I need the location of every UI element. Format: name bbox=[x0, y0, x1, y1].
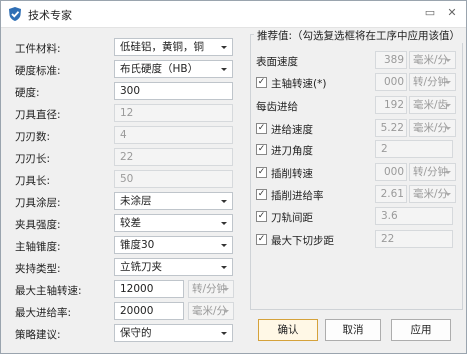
form-label: 硬度: bbox=[15, 87, 40, 99]
form-row: 硬度: 300 bbox=[1, 82, 244, 102]
recommend-label: 最大下切步距 bbox=[271, 235, 334, 247]
form-row: 刀具涂层: 未涂层 bbox=[1, 192, 244, 212]
recommend-unit-dropdown: 毫米/分 bbox=[409, 185, 456, 203]
recommend-row: ✓ 刀轨间距 3.6 bbox=[250, 207, 461, 227]
recommend-unit-dropdown: 转/分钟 bbox=[409, 163, 456, 181]
form-input[interactable]: 20000 bbox=[114, 302, 184, 320]
unit-dropdown: 毫米/分 bbox=[188, 302, 234, 320]
recommended-values-title: 推荐值:（勾选复选框将在工序中应用该值） bbox=[254, 28, 464, 43]
recommend-row: ✓ 插削进给率 2.61 毫米/分 bbox=[250, 185, 461, 205]
form-row: 主轴锥度: 锥度30 bbox=[1, 236, 244, 256]
tech-expert-dialog: 技术专家 ▭ ✕ 工件材料: 低硅铝，黄铜，铜硬度标准: 布氏硬度（HB） 硬度: 30… bbox=[0, 0, 467, 354]
form-dropdown[interactable]: 较差 bbox=[114, 214, 233, 232]
form-row: 刀刃长: 22 bbox=[1, 148, 244, 168]
recommend-value: 2.61 bbox=[375, 185, 407, 203]
recommend-value: 000 bbox=[375, 73, 407, 91]
recommend-value: 3.6 bbox=[375, 207, 453, 225]
restore-icon[interactable]: ▭ bbox=[422, 5, 438, 21]
form-row: 夹具强度: 较差 bbox=[1, 214, 244, 234]
recommend-row: ✓ 最大下切步距 22 bbox=[250, 230, 461, 250]
form-label: 工件材料: bbox=[15, 43, 61, 55]
recommend-label: 主轴转速(*) bbox=[271, 78, 327, 90]
recommend-value: 192 bbox=[375, 96, 407, 114]
form-label: 硬度标准: bbox=[15, 65, 61, 77]
form-row: 策略建议: 保守的 bbox=[1, 324, 244, 344]
form-dropdown[interactable]: 布氏硬度（HB） bbox=[114, 60, 233, 78]
recommend-label: 表面速度 bbox=[256, 56, 298, 68]
recommend-row: ✓ 插削转速 000 转/分钟 bbox=[250, 163, 461, 183]
apply-checkbox[interactable]: ✓ bbox=[256, 189, 267, 200]
title-bar[interactable]: 技术专家 ▭ ✕ bbox=[1, 1, 466, 28]
ok-button[interactable]: 确认 bbox=[258, 319, 318, 341]
recommend-unit-dropdown: 转/分钟 bbox=[409, 73, 456, 91]
recommend-unit-dropdown: 毫米/分 bbox=[409, 119, 456, 137]
form-input: 22 bbox=[114, 148, 233, 166]
apply-button[interactable]: 应用 bbox=[391, 319, 451, 341]
apply-checkbox[interactable]: ✓ bbox=[256, 234, 267, 245]
window-title: 技术专家 bbox=[28, 9, 72, 22]
recommend-value: 000 bbox=[375, 163, 407, 181]
form-row: 刀具直径: 12 bbox=[1, 104, 244, 124]
form-input[interactable]: 300 bbox=[114, 82, 233, 100]
form-label: 主轴锥度: bbox=[15, 241, 61, 253]
form-label: 夹具强度: bbox=[15, 219, 61, 231]
recommend-value: 5.22 bbox=[375, 119, 407, 137]
form-row: 刀具长: 50 bbox=[1, 170, 244, 190]
apply-checkbox[interactable]: ✓ bbox=[256, 167, 267, 178]
recommend-label: 进给速度 bbox=[271, 124, 313, 136]
recommend-row: 每齿进给 192 毫米/齿 bbox=[250, 96, 461, 116]
recommend-label: 插削进给率 bbox=[271, 190, 324, 202]
form-label: 最大主轴转速: bbox=[15, 285, 82, 297]
apply-checkbox[interactable]: ✓ bbox=[256, 144, 267, 155]
form-dropdown[interactable]: 未涂层 bbox=[114, 192, 233, 210]
apply-checkbox[interactable]: ✓ bbox=[256, 211, 267, 222]
form-input: 50 bbox=[114, 170, 233, 188]
form-row: 硬度标准: 布氏硬度（HB） bbox=[1, 60, 244, 80]
form-dropdown[interactable]: 锥度30 bbox=[114, 236, 233, 254]
form-row: 最大主轴转速: 12000 转/分钟 bbox=[1, 280, 244, 300]
form-row: 刀刃数: 4 bbox=[1, 126, 244, 146]
form-label: 夹持类型: bbox=[15, 263, 61, 275]
parameter-form: 工件材料: 低硅铝，黄铜，铜 硬度标准: 布氏硬度（HB） 硬度: 300 刀具直径: 12 刀… bbox=[1, 28, 244, 353]
recommend-label: 每齿进给 bbox=[256, 101, 298, 113]
form-row: 夹持类型: 立铣刀夹 bbox=[1, 258, 244, 278]
form-dropdown[interactable]: 立铣刀夹 bbox=[114, 258, 233, 276]
form-row: 工件材料: 低硅铝，黄铜，铜 bbox=[1, 38, 244, 58]
recommend-value: 2 bbox=[375, 140, 453, 158]
recommend-label: 插削转速 bbox=[271, 168, 313, 180]
apply-checkbox[interactable]: ✓ bbox=[256, 77, 267, 88]
recommend-unit-dropdown: 毫米/齿 bbox=[409, 96, 456, 114]
recommend-row: ✓ 主轴转速(*) 000 转/分钟 bbox=[250, 73, 461, 93]
recommend-row: 表面速度 389 毫米/分 bbox=[250, 51, 461, 71]
form-input[interactable]: 12000 bbox=[114, 280, 184, 298]
form-dropdown[interactable]: 保守的 bbox=[114, 324, 233, 342]
form-label: 策略建议: bbox=[15, 329, 61, 341]
form-label: 刀具长: bbox=[15, 175, 51, 187]
form-input: 12 bbox=[114, 104, 233, 122]
close-icon[interactable]: ✕ bbox=[444, 5, 460, 21]
recommend-label: 进刀角度 bbox=[271, 145, 313, 157]
recommend-unit-dropdown: 毫米/分 bbox=[409, 51, 456, 69]
recommend-row: ✓ 进刀角度 2 bbox=[250, 140, 461, 160]
form-input: 4 bbox=[114, 126, 233, 144]
recommend-value: 389 bbox=[375, 51, 407, 69]
recommend-row: ✓ 进给速度 5.22 毫米/分 bbox=[250, 119, 461, 139]
recommend-value: 22 bbox=[375, 230, 453, 248]
apply-checkbox[interactable]: ✓ bbox=[256, 123, 267, 134]
recommend-label: 刀轨间距 bbox=[271, 212, 313, 224]
form-row: 最大进给率: 20000 毫米/分 bbox=[1, 302, 244, 322]
form-dropdown[interactable]: 低硅铝，黄铜，铜 bbox=[114, 38, 233, 56]
form-label: 刀刃长: bbox=[15, 153, 51, 165]
form-label: 刀具直径: bbox=[15, 109, 61, 121]
cancel-button[interactable]: 取消 bbox=[325, 319, 381, 341]
form-label: 最大进给率: bbox=[15, 307, 72, 319]
unit-dropdown: 转/分钟 bbox=[188, 280, 234, 298]
form-label: 刀刃数: bbox=[15, 131, 51, 143]
shield-check-icon bbox=[9, 7, 21, 21]
form-label: 刀具涂层: bbox=[15, 197, 61, 209]
